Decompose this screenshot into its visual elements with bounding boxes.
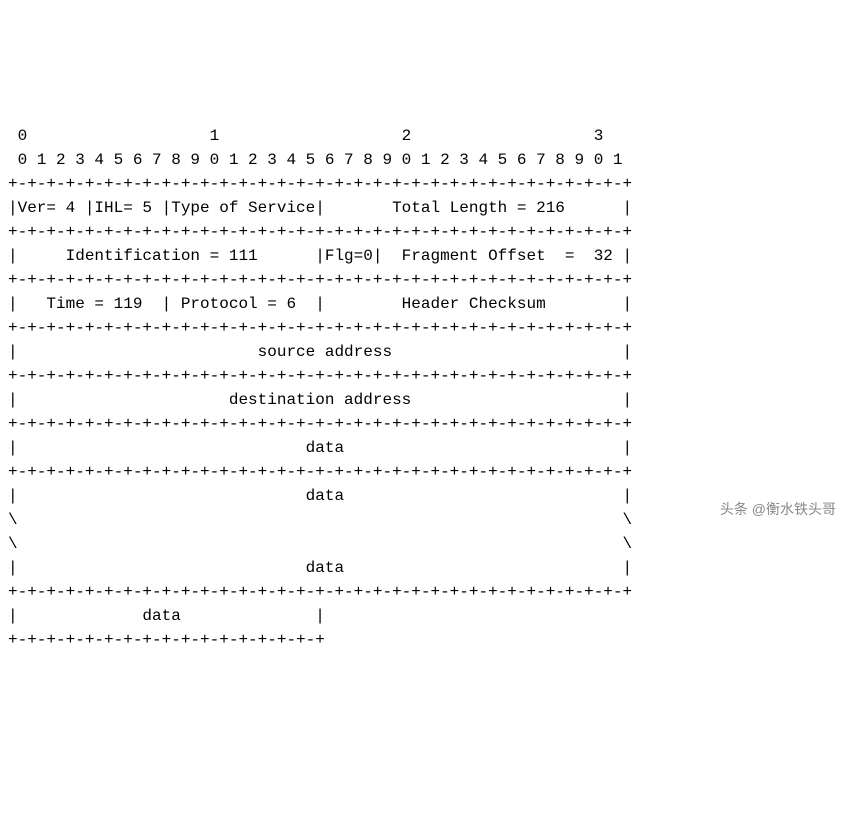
border-row: +-+-+-+-+-+-+-+-+-+-+-+-+-+-+-+-+-+-+-+-… bbox=[8, 415, 632, 433]
bit-scale-tens: 0 1 2 3 bbox=[8, 127, 603, 145]
border-row: +-+-+-+-+-+-+-+-+-+-+-+-+-+-+-+-+-+-+-+-… bbox=[8, 271, 632, 289]
border-row: +-+-+-+-+-+-+-+-+-+-+-+-+-+-+-+-+-+-+-+-… bbox=[8, 583, 632, 601]
row-source-address: | source address | bbox=[8, 343, 632, 361]
bit-scale-ones: 0 1 2 3 4 5 6 7 8 9 0 1 2 3 4 5 6 7 8 9 … bbox=[8, 151, 623, 169]
border-row: +-+-+-+-+-+-+-+-+-+-+-+-+-+-+-+-+-+-+-+-… bbox=[8, 175, 632, 193]
row-data-gap: \ \ bbox=[8, 535, 632, 553]
row-data-half: | data | bbox=[8, 607, 325, 625]
ipv4-header-diagram: 0 1 2 3 0 1 2 3 4 5 6 7 8 9 0 1 2 3 4 5 … bbox=[0, 96, 860, 656]
row-data: | data | bbox=[8, 487, 632, 505]
row-data: | data | bbox=[8, 559, 632, 577]
half-border-row: +-+-+-+-+-+-+-+-+-+-+-+-+-+-+-+-+ bbox=[8, 631, 325, 649]
row-data-gap: \ \ bbox=[8, 511, 632, 529]
border-row: +-+-+-+-+-+-+-+-+-+-+-+-+-+-+-+-+-+-+-+-… bbox=[8, 463, 632, 481]
row-id-flags-fragoffset: | Identification = 111 |Flg=0| Fragment … bbox=[8, 247, 632, 265]
border-row: +-+-+-+-+-+-+-+-+-+-+-+-+-+-+-+-+-+-+-+-… bbox=[8, 223, 632, 241]
row-ttl-protocol-checksum: | Time = 119 | Protocol = 6 | Header Che… bbox=[8, 295, 632, 313]
border-row: +-+-+-+-+-+-+-+-+-+-+-+-+-+-+-+-+-+-+-+-… bbox=[8, 319, 632, 337]
row-destination-address: | destination address | bbox=[8, 391, 632, 409]
watermark-text: 头条 @衡水铁头哥 bbox=[720, 499, 836, 520]
border-row: +-+-+-+-+-+-+-+-+-+-+-+-+-+-+-+-+-+-+-+-… bbox=[8, 367, 632, 385]
row-data: | data | bbox=[8, 439, 632, 457]
row-ver-ihl-tos-length: |Ver= 4 |IHL= 5 |Type of Service| Total … bbox=[8, 199, 632, 217]
